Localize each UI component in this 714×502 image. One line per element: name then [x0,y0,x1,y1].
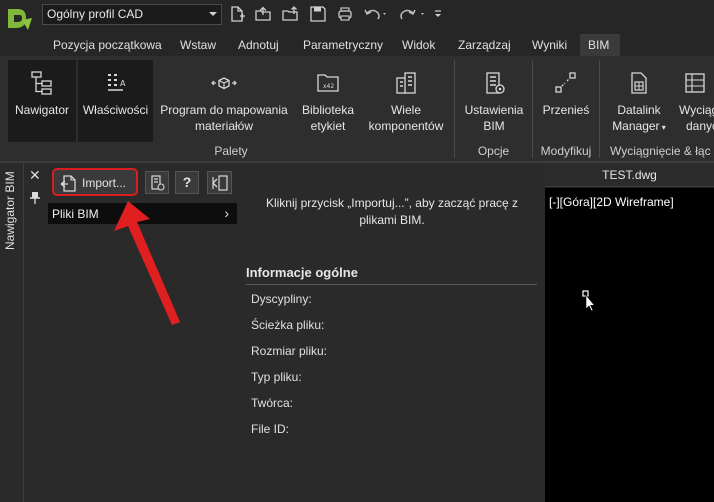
properties-button[interactable]: A Właściwości [78,60,153,142]
ribbon-panel: Nawigator A Właściwości Program do mapow… [0,56,714,162]
navigator-button[interactable]: Nawigator [8,60,76,142]
label-library-button[interactable]: x42 Biblioteka etykiet [296,60,360,142]
bim-settings-label-1: Ustawienia [464,103,524,117]
field-file-size: Rozmiar pliku: [251,344,328,358]
help-button[interactable]: ? [175,171,199,194]
datalink-document-icon [626,70,652,96]
palette-side-tab[interactable]: Nawigator BIM [0,163,24,502]
pin-icon[interactable] [30,191,40,208]
field-author: Twórca: [251,396,294,410]
folder-tag-icon: x42 [315,70,341,96]
building-settings-icon [481,70,507,96]
field-file-id: File ID: [251,422,290,436]
move-button[interactable]: Przenieś [538,60,594,142]
tab-view[interactable]: Widok [394,34,443,56]
save-icon[interactable] [309,5,329,23]
bim-settings-button[interactable]: Ustawienia BIM [460,60,528,142]
chevron-right-icon: › [224,205,229,221]
drawing-tab[interactable]: TEST.dwg [545,163,714,187]
bim-settings-label-2: BIM [483,119,505,133]
label-library-label-1: Biblioteka [301,103,355,117]
import-file-icon [59,173,79,193]
tab-output[interactable]: Wyniki [524,34,575,56]
label-library-label-2: etykiet [310,119,346,133]
annotation-arrow [114,201,180,325]
material-mapper-label-2: materiałów [194,119,254,133]
tab-annotate[interactable]: Adnotuj [230,34,287,56]
import-button-label: Import... [82,176,127,190]
collapse-panel-button[interactable] [207,171,232,194]
field-disciplines: Dyscypliny: [251,292,312,306]
general-info-heading: Informacje ogólne [246,265,358,280]
multi-components-button[interactable]: Wiele komponentów [362,60,450,142]
help-button-label: ? [182,174,192,190]
navigator-button-label: Nawigator [14,103,70,117]
material-mapper-label-1: Program do mapowania [160,103,288,117]
properties-list-icon: A [103,70,129,96]
data-extraction-label-2: danyc [686,119,714,133]
caret-down-icon: ▾ [659,123,666,132]
svg-text:A: A [120,79,126,88]
profile-select[interactable]: Ogólny profil CAD [42,4,222,25]
svg-text:x42: x42 [323,83,334,90]
group-label-options: Opcje [477,144,510,158]
building-stack-icon [393,70,419,96]
group-separator [599,60,600,158]
move-diagonal-icon [553,70,579,96]
import-button[interactable]: Import... [52,168,138,196]
new-file-icon[interactable] [228,5,248,23]
chevron-down-icon [209,12,217,16]
group-label-modify: Modyfikuj [540,144,592,158]
datalink-label-2: Manager [612,119,660,133]
data-extraction-label-1: Wyciąg [679,103,714,117]
multi-components-label-1: Wiele [390,103,421,117]
redo-icon[interactable] [400,5,428,23]
bim-files-label: Pliki BIM [52,207,99,221]
tab-insert[interactable]: Wstaw [172,34,224,56]
tab-parametric[interactable]: Parametryczny [295,34,391,56]
tab-manage[interactable]: Zarządzaj [450,34,519,56]
palette-title-bar: ✕ [24,163,46,502]
datalink-label-1: Datalink [617,103,661,117]
app-logo-icon[interactable] [6,6,34,32]
group-label-extract: Wyciągnięcie & łąc [610,144,711,158]
crosshair-cursor-icon [582,290,598,312]
profile-select-value: Ogólny profil CAD [47,7,144,21]
material-mapper-button[interactable]: Program do mapowania materiałów [158,60,290,142]
drawing-canvas[interactable] [545,188,714,502]
import-hint-text: Kliknij przycisk „Importuj...”, aby zacz… [265,196,519,227]
cube-arrows-icon [211,70,237,96]
field-file-type: Typ pliku: [251,370,302,384]
open-icon[interactable] [254,5,274,23]
tree-structure-icon [29,70,55,96]
overflow-icon[interactable] [433,5,443,23]
group-label-palettes: Palety [214,144,248,158]
data-extraction-button[interactable]: Wyciąg danyc [676,60,714,142]
multi-components-label-2: komponentów [368,119,444,133]
side-tab-label: Nawigator BIM [3,171,17,250]
tab-home[interactable]: Pozycja początkowa [45,34,170,56]
close-icon[interactable]: ✕ [29,167,41,184]
building-gear-icon [148,175,166,195]
open-upload-icon[interactable] [281,5,301,23]
undo-icon[interactable] [362,5,390,23]
move-button-label: Przenieś [542,103,590,117]
properties-button-label: Właściwości [82,103,149,117]
print-icon[interactable] [336,5,356,23]
datalink-manager-button[interactable]: Datalink Manager ▾ [604,60,674,142]
collapse-panel-icon [211,175,229,195]
bim-settings-small-button[interactable] [145,171,169,194]
field-file-path: Ścieżka pliku: [251,318,325,332]
viewport-controls-label[interactable]: [-][Góra][2D Wireframe] [549,195,674,209]
tab-bim[interactable]: BIM [580,34,620,56]
data-table-icon [682,70,708,96]
ribbon-tabs: Pozycja początkowa Wstaw Adnotuj Paramet… [0,34,714,56]
heading-divider [246,284,537,285]
